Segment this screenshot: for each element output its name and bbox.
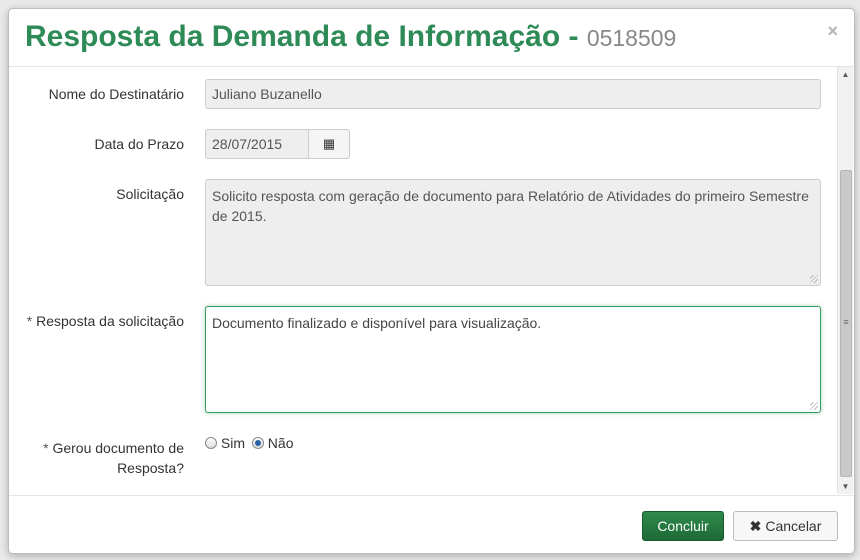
response-textarea[interactable]: Documento finalizado e disponível para v… bbox=[205, 306, 821, 413]
modal-footer: Concluir ✖ Cancelar bbox=[9, 495, 854, 553]
resize-grip-icon[interactable] bbox=[810, 402, 818, 410]
generated-radio-group: Sim Não bbox=[205, 434, 293, 452]
modal-body: Nome do Destinatário Data do Prazo ▦ Sol… bbox=[9, 67, 838, 494]
vertical-scrollbar[interactable]: ▲ ≡ ▼ bbox=[837, 67, 853, 494]
generated-label: Gerou documento de Resposta? bbox=[52, 440, 184, 476]
modal-header: Resposta da Demanda de Informação - 0518… bbox=[9, 9, 854, 67]
cancel-button[interactable]: ✖ Cancelar bbox=[733, 511, 838, 541]
radio-yes[interactable] bbox=[205, 437, 217, 449]
resize-grip-icon[interactable] bbox=[810, 275, 818, 283]
scroll-grip-icon: ≡ bbox=[843, 317, 849, 327]
scroll-up-icon[interactable]: ▲ bbox=[838, 67, 853, 82]
deadline-label: Data do Prazo bbox=[94, 136, 185, 152]
deadline-field[interactable] bbox=[205, 129, 309, 159]
calendar-icon: ▦ bbox=[322, 136, 336, 151]
scroll-down-icon[interactable]: ▼ bbox=[838, 479, 853, 494]
response-label-line: * Resposta da solicitação bbox=[9, 311, 184, 331]
title-text: Resposta da Demanda de Informação - bbox=[25, 20, 587, 53]
radio-no[interactable] bbox=[251, 437, 264, 449]
request-label: Solicitação bbox=[116, 186, 184, 202]
recipient-field bbox=[205, 79, 821, 109]
conclude-button[interactable]: Concluir bbox=[642, 511, 724, 541]
request-textarea: Solicito resposta com geração de documen… bbox=[205, 179, 821, 286]
demand-number: 0518509 bbox=[586, 25, 677, 51]
calendar-button[interactable]: ▦ bbox=[309, 129, 350, 159]
radio-no-label[interactable]: Não bbox=[268, 435, 294, 451]
modal-title: Resposta da Demanda de Informação - 0518… bbox=[25, 20, 676, 55]
close-icon[interactable]: × bbox=[827, 22, 838, 40]
recipient-label: Nome do Destinatário bbox=[48, 86, 184, 102]
response-label: Resposta da solicitação bbox=[36, 313, 184, 329]
modal-dialog: Resposta da Demanda de Informação - 0518… bbox=[8, 8, 855, 554]
scroll-thumb[interactable]: ≡ bbox=[840, 170, 852, 477]
generated-label-line: * Gerou documento de Resposta? bbox=[9, 438, 184, 478]
cancel-label: Cancelar bbox=[765, 518, 822, 534]
radio-yes-label[interactable]: Sim bbox=[221, 435, 245, 451]
required-marker: * bbox=[26, 313, 37, 329]
close-icon: ✖ bbox=[749, 518, 762, 534]
